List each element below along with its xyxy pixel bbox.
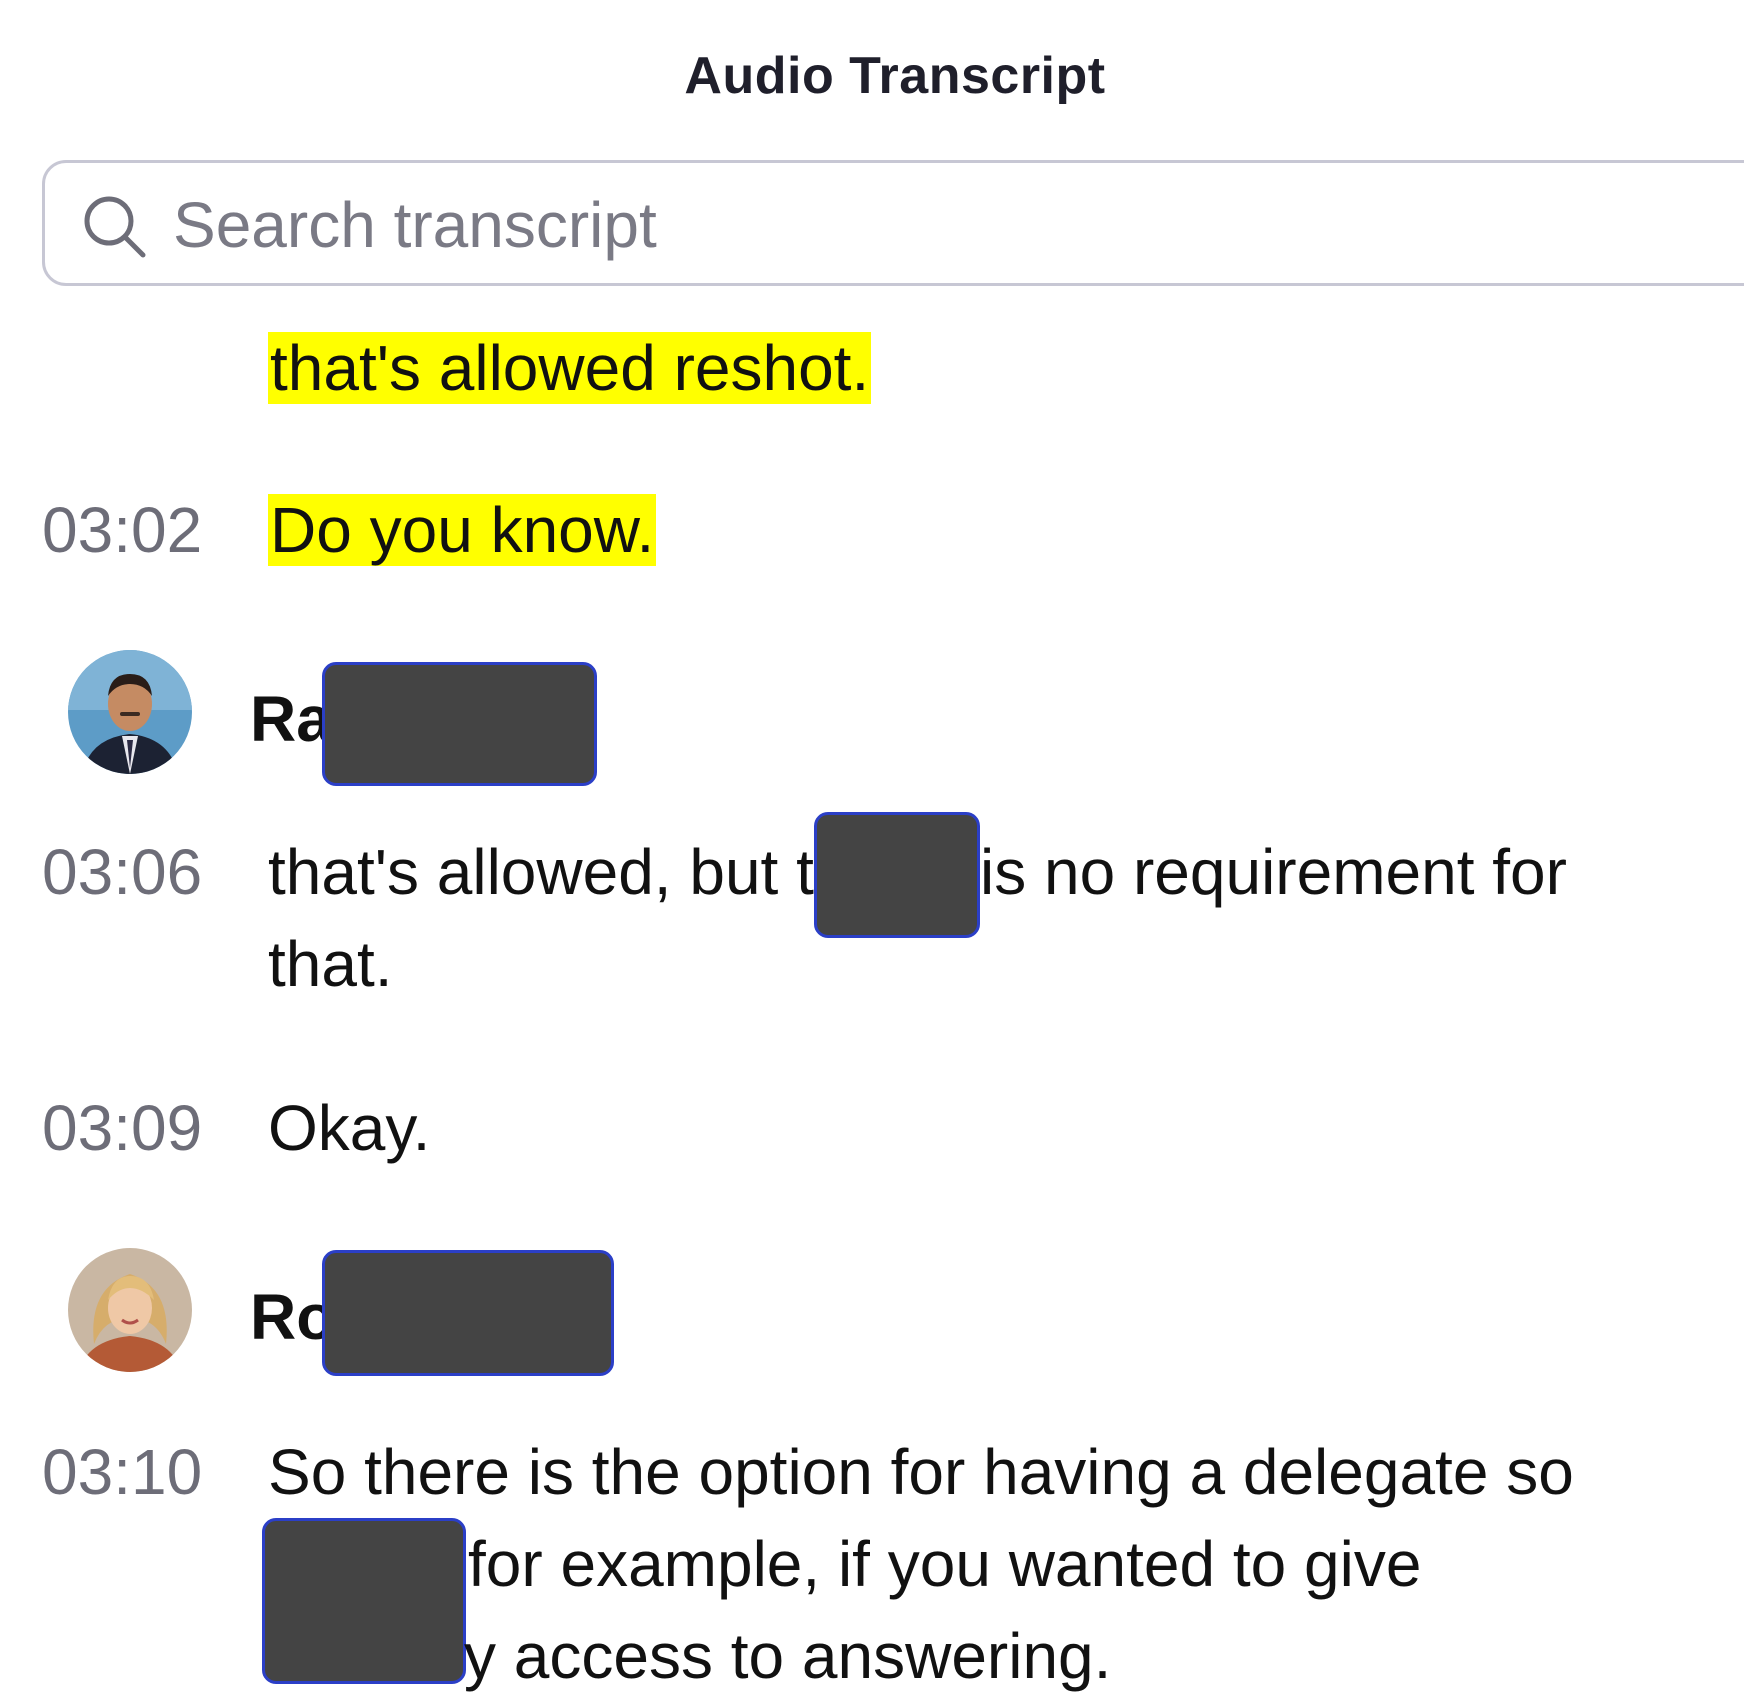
- redaction-block: [322, 1250, 614, 1376]
- redaction-block: [262, 1518, 466, 1684]
- redaction-block: [814, 812, 980, 938]
- panel-title: Audio Transcript: [684, 47, 1106, 105]
- search-input[interactable]: [173, 183, 1673, 267]
- transcript-line: that's allowed reshot.: [268, 322, 872, 414]
- highlighted-text: Do you know.: [268, 494, 657, 566]
- transcript-line: Do you know.: [268, 484, 657, 576]
- search-icon: [84, 196, 146, 258]
- audio-transcript-panel: Audio Transcript that's allowed reshot. …: [0, 0, 1744, 1706]
- avatar: [68, 650, 192, 774]
- avatar-photo-male: [68, 650, 192, 774]
- transcript-line: that's allowed, but t: [268, 836, 814, 908]
- redaction-block: [322, 662, 597, 786]
- transcript-line: y access to answering.: [464, 1620, 1112, 1692]
- avatar-photo-female: [68, 1248, 192, 1372]
- timestamp[interactable]: 03:09: [42, 1082, 202, 1174]
- transcript-line: So there is the option for having a dele…: [268, 1436, 1574, 1508]
- transcript-line: Okay.: [268, 1092, 431, 1164]
- highlighted-text: that's allowed reshot.: [268, 332, 872, 404]
- timestamp[interactable]: 03:06: [42, 826, 202, 918]
- transcript-line: is no requirement for: [980, 836, 1567, 908]
- transcript-line: that.: [268, 928, 393, 1000]
- timestamp[interactable]: 03:02: [42, 484, 202, 576]
- speaker-name: Ra: [250, 683, 332, 755]
- transcript-line: for example, if you wanted to give: [468, 1528, 1422, 1600]
- timestamp[interactable]: 03:10: [42, 1426, 202, 1518]
- avatar: [68, 1248, 192, 1372]
- search-box[interactable]: [42, 160, 1744, 286]
